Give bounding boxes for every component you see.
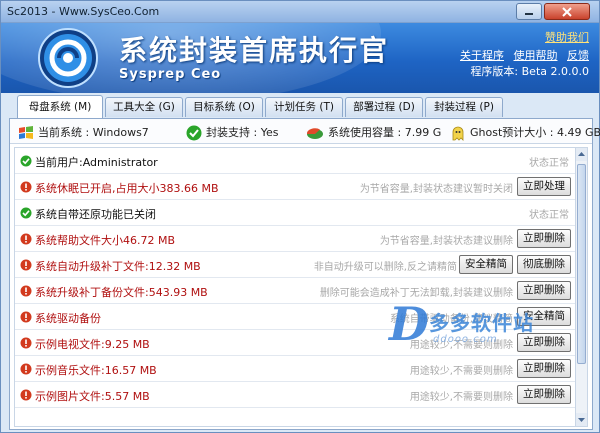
warning-circle-icon bbox=[20, 259, 32, 271]
scroll-up-button[interactable] bbox=[576, 148, 587, 161]
item-label: 示例电视文件:9.25 MB bbox=[35, 338, 150, 351]
item-note: 为节省容量,封装状态建议暂时关闭 bbox=[359, 184, 513, 195]
list-item: 系统帮助文件大小46.72 MB 为节省容量,封装状态建议删除 立即删除 bbox=[15, 226, 577, 252]
list-item: 示例图片文件:5.57 MB 用途较少,不需要则删除 立即删除 bbox=[15, 382, 577, 408]
scroll-down-button[interactable] bbox=[576, 413, 587, 426]
close-icon bbox=[562, 6, 572, 17]
action-button[interactable]: 安全精简 bbox=[459, 255, 513, 274]
check-circle-icon bbox=[20, 207, 32, 219]
title-bar[interactable]: Sc2013 - Www.SysCeo.Com bbox=[1, 1, 599, 23]
app-subtitle: Sysprep Ceo bbox=[119, 67, 222, 82]
warning-circle-icon bbox=[20, 285, 32, 297]
windows-logo-icon bbox=[19, 126, 33, 139]
action-button[interactable]: 彻底删除 bbox=[517, 255, 571, 274]
help-link[interactable]: 使用帮助 bbox=[514, 49, 558, 62]
list-item: 当前用户:Administrator 状态正常 bbox=[15, 148, 577, 174]
tab-master-system[interactable]: 母盘系统 (M) bbox=[17, 95, 103, 118]
system-info-bar: 当前系统 : Windows7 封装支持 : Yes 系统使用容量 : 7.99… bbox=[10, 119, 600, 144]
warning-circle-icon bbox=[20, 233, 32, 245]
action-button[interactable]: 立即删除 bbox=[517, 281, 571, 300]
item-label: 当前用户:Administrator bbox=[35, 156, 158, 169]
arrow-down-icon bbox=[578, 418, 585, 422]
item-label: 系统帮助文件大小46.72 MB bbox=[35, 234, 176, 247]
item-label: 系统驱动备份 bbox=[35, 312, 101, 325]
minimize-icon bbox=[525, 12, 533, 15]
tab-content-panel: 当前系统 : Windows7 封装支持 : Yes 系统使用容量 : 7.99… bbox=[9, 118, 600, 430]
app-name: 系统封装首席执行官 bbox=[119, 34, 390, 67]
item-label: 系统自动升级补丁文件:12.32 MB bbox=[35, 260, 201, 273]
version-text: 程序版本: Beta 2.0.0.0 bbox=[470, 65, 589, 78]
check-list: 当前用户:Administrator 状态正常 系统休眠已开启,占用大小383.66… bbox=[14, 147, 578, 427]
window-title: Sc2013 - Www.SysCeo.Com bbox=[7, 5, 160, 18]
item-note: 状态正常 bbox=[529, 158, 569, 169]
warning-circle-icon bbox=[20, 311, 32, 323]
scroll-thumb[interactable] bbox=[577, 164, 586, 364]
sponsor-link[interactable]: 赞助我们 bbox=[545, 29, 589, 45]
warning-circle-icon bbox=[20, 181, 32, 193]
arrow-up-icon bbox=[578, 152, 585, 156]
current-os-info: 当前系统 : Windows7 bbox=[18, 124, 149, 140]
item-label: 示例音乐文件:16.57 MB bbox=[35, 364, 157, 377]
app-header: 系统封装首席执行官 Sysprep Ceo 赞助我们 关于程序 使用帮助 反馈 … bbox=[1, 23, 599, 93]
item-note: 用途较少,不需要则删除 bbox=[409, 366, 513, 377]
watermark-url: ddooo.com bbox=[433, 334, 498, 345]
sysprep-support-info: 封装支持 : Yes bbox=[186, 124, 278, 141]
action-button[interactable]: 立即删除 bbox=[517, 359, 571, 378]
feedback-link[interactable]: 反馈 bbox=[567, 49, 589, 62]
app-logo-icon bbox=[38, 28, 98, 88]
item-label: 系统休眠已开启,占用大小383.66 MB bbox=[35, 182, 219, 195]
ghost-icon bbox=[452, 126, 464, 141]
check-circle-icon bbox=[186, 125, 202, 141]
item-label: 系统升级补丁备份文件:543.93 MB bbox=[35, 286, 208, 299]
tab-deploy-process[interactable]: 部署过程 (D) bbox=[345, 97, 423, 117]
item-note: 为节省容量,封装状态建议删除 bbox=[379, 236, 513, 247]
close-button[interactable] bbox=[544, 3, 590, 20]
list-item: 系统自动升级补丁文件:12.32 MB 非自动升级可以删除,反之请精简 安全精简 彻底… bbox=[15, 252, 577, 278]
tab-sysprep-process[interactable]: 封装过程 (P) bbox=[425, 97, 503, 117]
item-label: 示例图片文件:5.57 MB bbox=[35, 390, 150, 403]
disk-usage-info: 系统使用容量 : 7.99 G bbox=[306, 124, 441, 140]
action-button[interactable]: 立即删除 bbox=[517, 229, 571, 248]
ghost-size-info: Ghost预计大小 : 4.49 GB bbox=[450, 124, 600, 141]
header-links: 关于程序 使用帮助 反馈 bbox=[454, 47, 589, 63]
minimize-button[interactable] bbox=[516, 3, 542, 20]
check-circle-icon bbox=[20, 155, 32, 167]
list-item: 系统自带还原功能已关闭 状态正常 bbox=[15, 200, 577, 226]
tab-scheduled-tasks[interactable]: 计划任务 (T) bbox=[265, 97, 343, 117]
watermark-letter: D bbox=[389, 297, 429, 351]
list-item: 系统休眠已开启,占用大小383.66 MB 为节省容量,封装状态建议暂时关闭 立即处… bbox=[15, 174, 577, 200]
list-item: 示例音乐文件:16.57 MB 用途较少,不需要则删除 立即删除 bbox=[15, 356, 577, 382]
disk-pie-icon bbox=[306, 128, 323, 139]
warning-circle-icon bbox=[20, 337, 32, 349]
watermark-logo: D 多多软件站 ddooo.com bbox=[389, 301, 539, 356]
app-window: Sc2013 - Www.SysCeo.Com 系统封装首席执行官 Syspre… bbox=[0, 0, 600, 433]
warning-circle-icon bbox=[20, 389, 32, 401]
action-button[interactable]: 立即删除 bbox=[517, 385, 571, 404]
tab-tools[interactable]: 工具大全 (G) bbox=[105, 97, 183, 117]
watermark-site-name: 多多软件站 bbox=[429, 311, 534, 335]
action-button[interactable]: 立即处理 bbox=[517, 177, 571, 196]
tab-target-system[interactable]: 目标系统 (O) bbox=[185, 97, 263, 117]
item-label: 系统自带还原功能已关闭 bbox=[35, 208, 156, 221]
vertical-scrollbar[interactable] bbox=[575, 147, 588, 427]
warning-circle-icon bbox=[20, 363, 32, 375]
about-link[interactable]: 关于程序 bbox=[460, 49, 504, 62]
item-note: 非自动升级可以删除,反之请精简 bbox=[313, 262, 457, 273]
item-note: 用途较少,不需要则删除 bbox=[409, 392, 513, 403]
item-note: 状态正常 bbox=[529, 210, 569, 221]
